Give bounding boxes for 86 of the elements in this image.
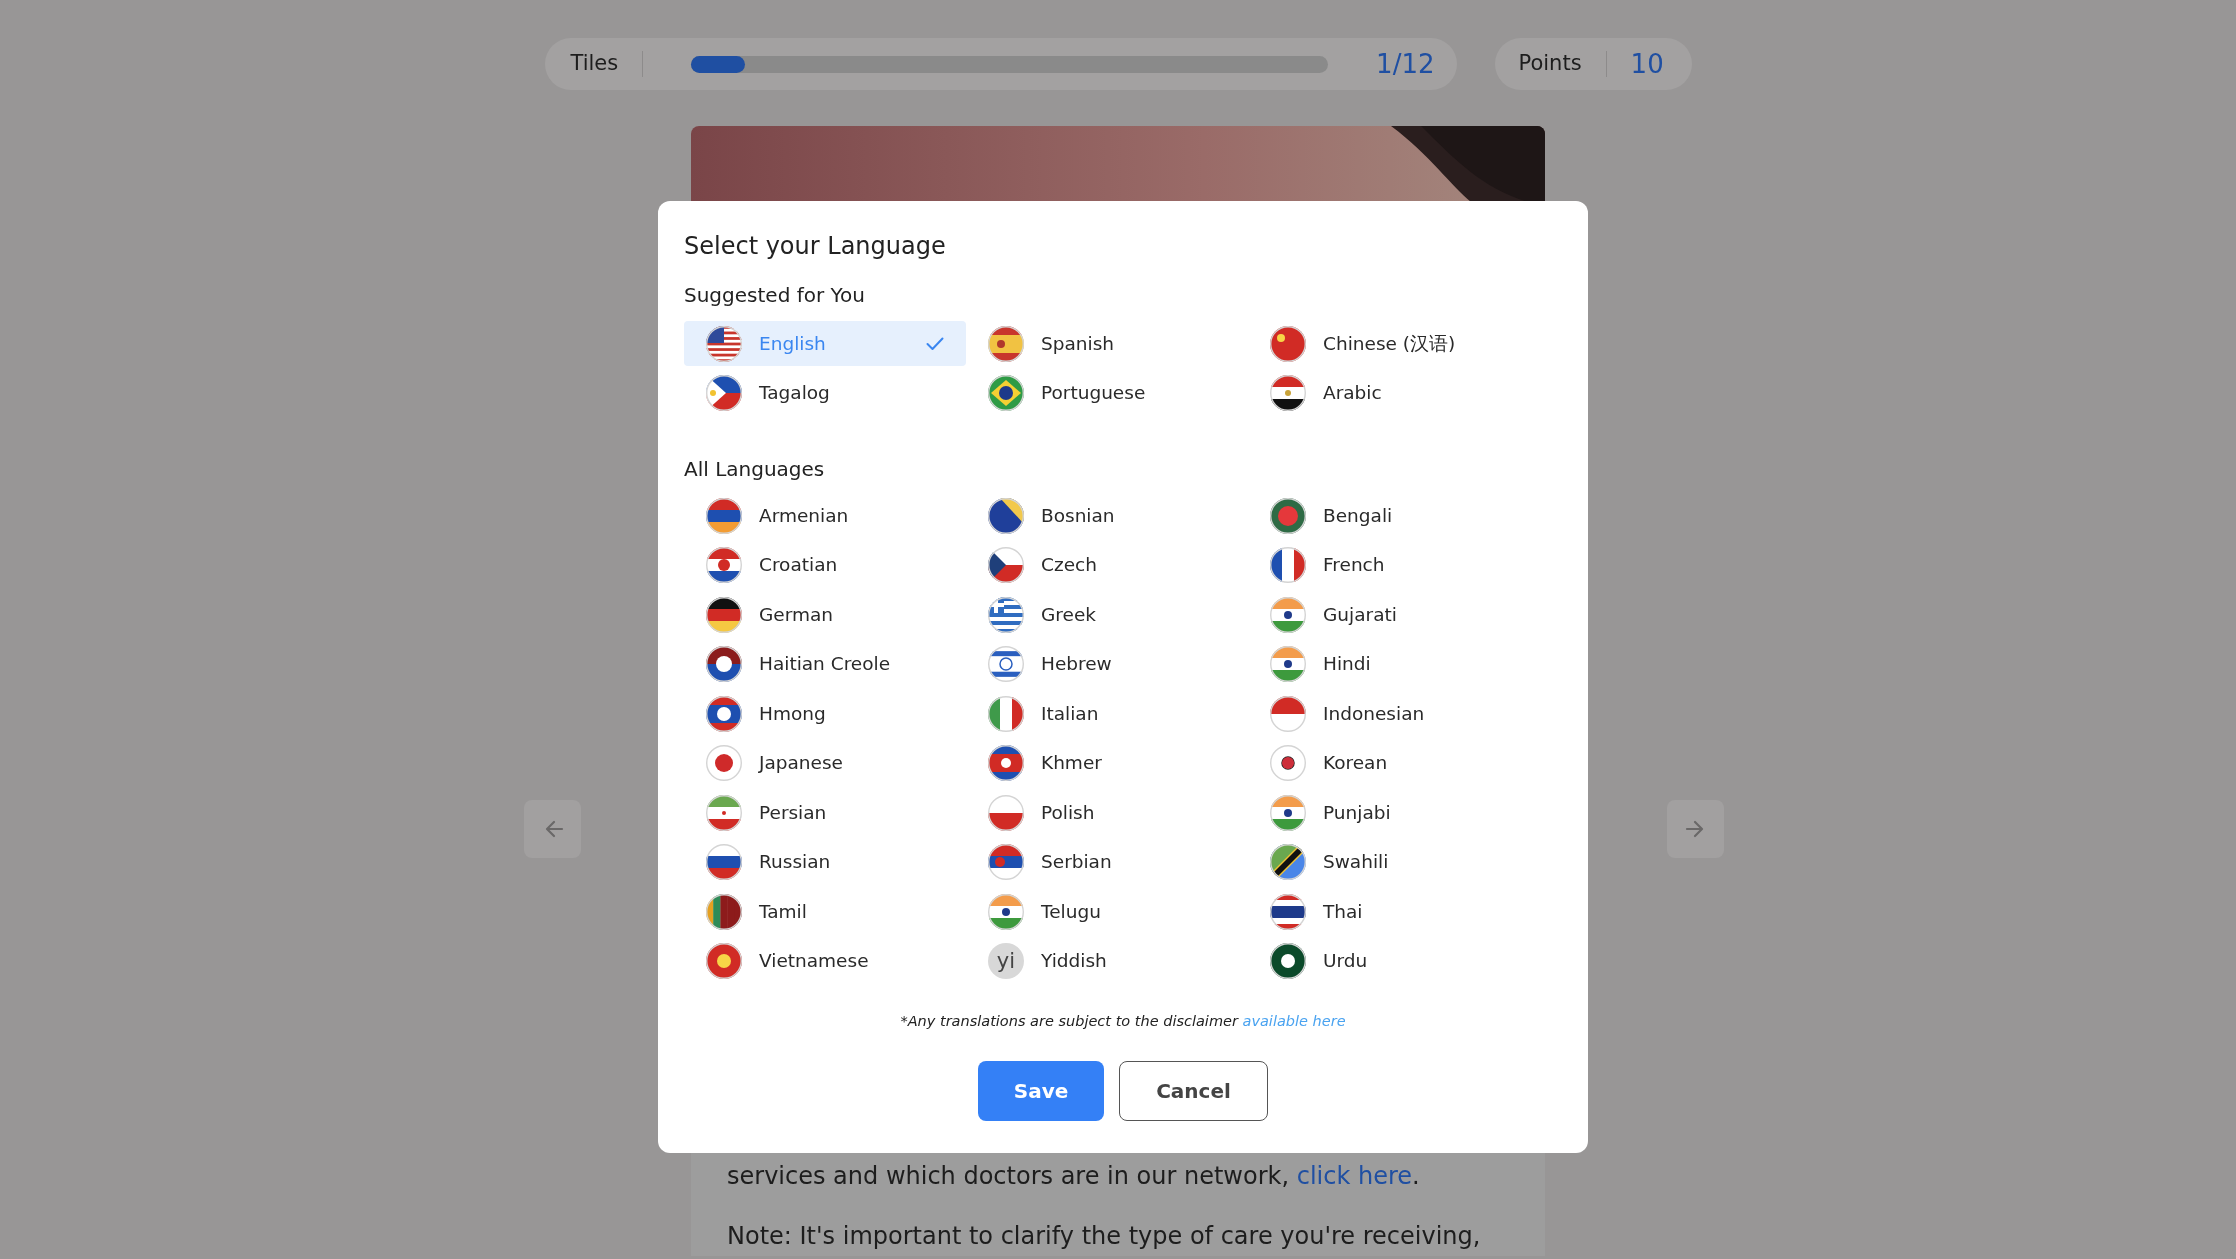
flag-icon (988, 374, 1024, 411)
language-option[interactable]: Hebrew (966, 641, 1248, 687)
language-option[interactable]: Gujarati (1248, 592, 1530, 637)
flag-icon (706, 325, 742, 362)
flag-icon (1270, 325, 1306, 362)
language-badge: yi (988, 943, 1024, 979)
flag-icon (1270, 695, 1306, 732)
flag-icon (1270, 547, 1306, 583)
flag-icon (706, 646, 742, 682)
language-option[interactable]: Serbian (966, 839, 1248, 885)
language-option[interactable]: Arabic (1248, 370, 1530, 415)
paragraph: services and which doctors are in our network, click here. (726, 1161, 1421, 1192)
language-option[interactable]: Indonesian (1248, 691, 1530, 736)
language-option[interactable]: Bengali (1248, 493, 1530, 538)
flag-icon (706, 794, 742, 831)
flag-icon (1270, 893, 1306, 930)
language-option[interactable]: Tamil (684, 889, 966, 934)
language-option[interactable]: Persian (684, 790, 966, 835)
previous-button[interactable] (524, 800, 581, 858)
language-option[interactable]: Hmong (684, 691, 966, 736)
flag-icon (1270, 374, 1306, 411)
language-option[interactable]: Chinese (汉语) (1248, 321, 1530, 366)
language-option[interactable]: Urdu (1248, 938, 1530, 984)
flag-icon (1270, 794, 1306, 831)
flag-icon (706, 745, 742, 781)
flag-icon (988, 745, 1024, 781)
progress-label: Tiles (570, 50, 619, 78)
flag-icon (706, 893, 742, 930)
flag-icon (988, 794, 1024, 831)
flag-icon (988, 844, 1024, 880)
language-option[interactable]: Hindi (1248, 641, 1530, 687)
points-label: Points (1518, 50, 1582, 78)
flag-icon (988, 547, 1024, 583)
language-option[interactable]: Polish (966, 790, 1248, 835)
flag-icon (1270, 844, 1306, 880)
language-option[interactable]: Khmer (966, 740, 1248, 786)
language-option[interactable]: Bosnian (966, 493, 1248, 538)
language-option[interactable]: Swahili (1248, 839, 1530, 885)
points-value: 10 (1630, 47, 1664, 81)
language-option[interactable]: Korean (1248, 740, 1530, 786)
section-heading: All Languages (684, 456, 826, 483)
language-option[interactable]: French (1248, 542, 1530, 588)
language-option[interactable]: yi Yiddish (966, 938, 1248, 984)
flag-icon (988, 596, 1024, 633)
language-option[interactable]: Tagalog (684, 370, 966, 415)
language-option[interactable]: Greek (966, 592, 1248, 637)
language-option[interactable]: Thai (1248, 889, 1530, 934)
flag-icon (706, 547, 742, 583)
language-option[interactable]: Japanese (684, 740, 966, 786)
flag-icon (988, 497, 1024, 534)
flag-icon (988, 325, 1024, 362)
flag-icon (1270, 596, 1306, 633)
flag-icon (706, 695, 742, 732)
flag-icon (706, 943, 742, 979)
flag-icon (1270, 646, 1306, 682)
flag-icon (706, 844, 742, 880)
flag-icon (988, 695, 1024, 732)
flag-icon (988, 646, 1024, 682)
section-heading: Suggested for You (684, 282, 866, 309)
progress-count: 1/12 (1376, 47, 1435, 81)
check-icon (926, 336, 944, 351)
flag-icon (706, 596, 742, 633)
language-option[interactable]: Italian (966, 691, 1248, 736)
language-option[interactable]: Portuguese (966, 370, 1248, 415)
next-button[interactable] (1667, 800, 1724, 858)
flag-icon (1270, 745, 1306, 781)
language-option[interactable]: Czech (966, 542, 1248, 588)
disclaimer-text: *Any translations are subject to the disclaimer available here (899, 1012, 1347, 1031)
language-option[interactable]: German (684, 592, 966, 637)
language-option[interactable]: Punjabi (1248, 790, 1530, 835)
flag-icon (988, 893, 1024, 930)
language-option[interactable]: Telugu (966, 889, 1248, 934)
dialog-title: Select your Language (684, 231, 947, 262)
language-option[interactable]: Armenian (684, 493, 966, 538)
flag-icon (706, 497, 742, 534)
paragraph: Note: It's important to clarify the type of care you're receiving, (726, 1221, 1482, 1252)
language-option[interactable]: Haitian Creole (684, 641, 966, 687)
flag-icon (706, 374, 742, 411)
flag-icon (1270, 943, 1306, 979)
cancel-button[interactable]: Cancel (1119, 1060, 1268, 1121)
language-option[interactable]: Vietnamese (684, 938, 966, 984)
language-option[interactable]: Spanish (966, 321, 1248, 366)
save-button[interactable]: Save (978, 1060, 1104, 1121)
language-option[interactable]: Russian (684, 839, 966, 885)
language-option[interactable]: Croatian (684, 542, 966, 588)
flag-icon (1270, 497, 1306, 534)
